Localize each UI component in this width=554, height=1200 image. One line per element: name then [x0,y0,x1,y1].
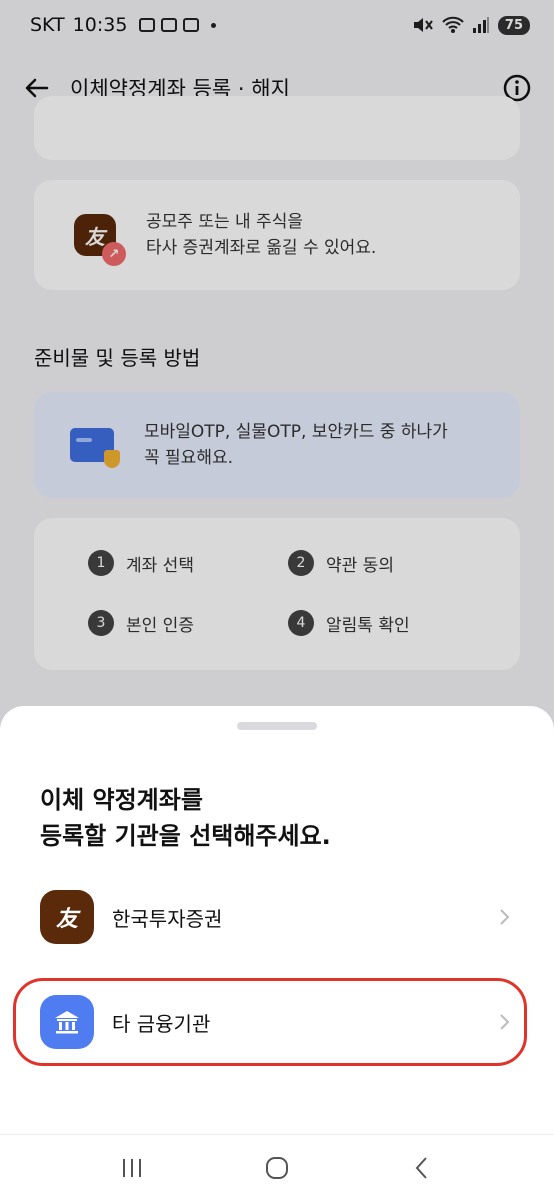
home-button[interactable] [257,1148,297,1188]
highlight-outline [13,978,527,1066]
bottom-sheet: 이체 약정계좌를 등록할 기관을 선택해주세요. 友 한국투자증권 타 금융기관 [0,706,554,1200]
sheet-title: 이체 약정계좌를 등록할 기관을 선택해주세요. [40,786,331,850]
korea-investment-logo: 友 [40,890,94,944]
back-icon [415,1156,427,1179]
recent-apps-icon [123,1158,142,1177]
option-label: 한국투자증권 [112,906,223,931]
sheet-drag-handle[interactable] [237,722,317,730]
system-nav-bar [0,1134,554,1200]
home-icon [265,1156,288,1179]
screen: SKT 10:35 75 이체약정계좌 등록 · 해지 友 ↗ 공모주 또는 내… [0,0,554,1200]
option-korea-investment[interactable]: 友 한국투자증권 [40,889,514,945]
chevron-right-icon [500,909,510,925]
back-button[interactable] [402,1148,442,1188]
recent-apps-button[interactable] [112,1148,152,1188]
